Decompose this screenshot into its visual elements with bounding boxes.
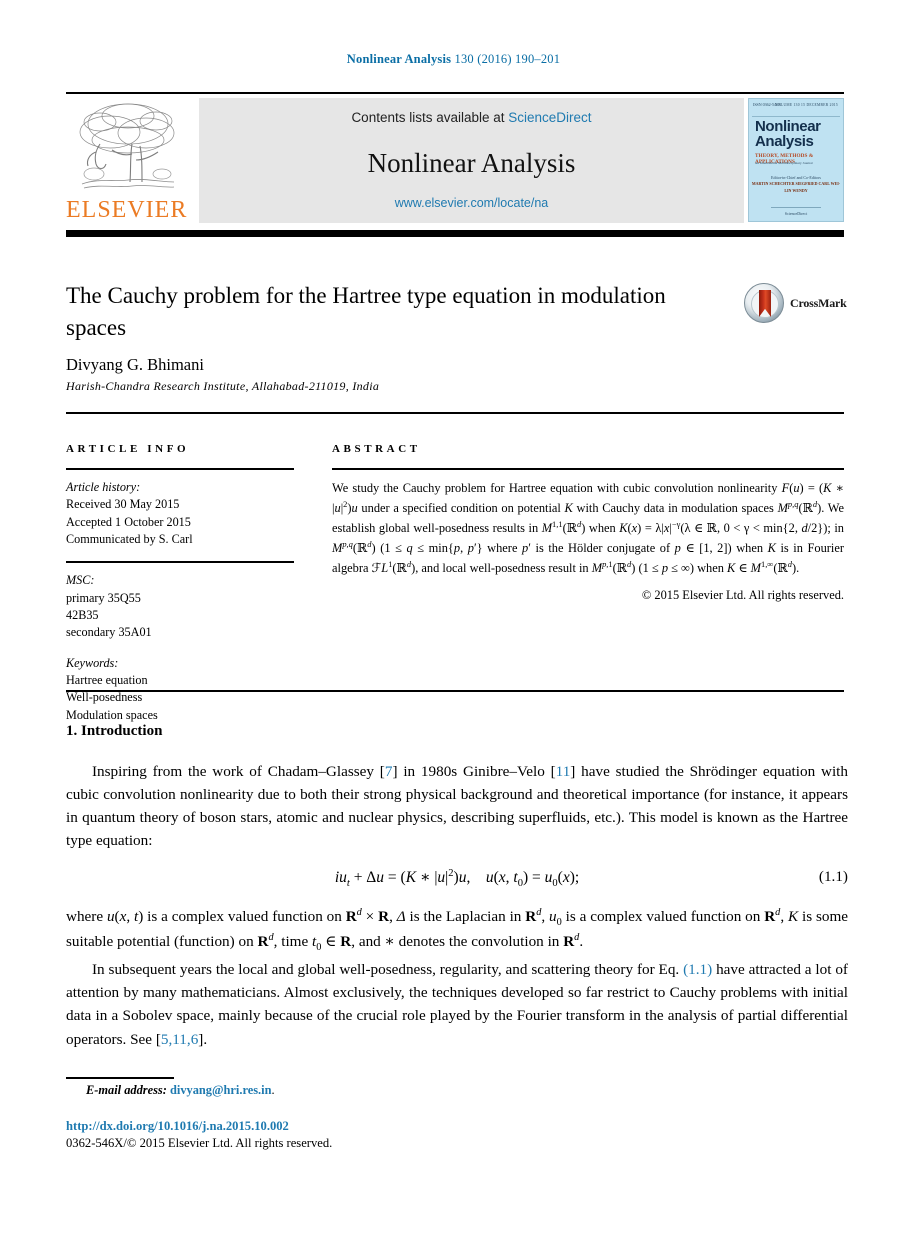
abstract-text: We study the Cauchy problem for Hartree … — [332, 481, 844, 576]
issn-rights-line: 0362-546X/© 2015 Elsevier Ltd. All right… — [66, 1136, 332, 1151]
article-history-label: Article history: — [66, 480, 141, 494]
doi-link[interactable]: http://dx.doi.org/10.1016/j.na.2015.10.0… — [66, 1119, 289, 1134]
journal-homepage-url[interactable]: www.elsevier.com/locate/na — [199, 196, 744, 210]
cover-editors-label: Editor-in-Chief and Co-Editors — [771, 175, 821, 180]
equation-1-1-number: (1.1) — [818, 868, 848, 886]
elsevier-logo: ELSEVIER — [66, 98, 186, 224]
msc-label: MSC: — [66, 573, 95, 588]
footnote-rule — [66, 1077, 174, 1079]
section-heading-introduction: 1. Introduction — [66, 723, 163, 739]
email-link[interactable]: divyang@hri.res.in — [170, 1083, 272, 1097]
citation-link-7[interactable]: 7 — [385, 763, 393, 780]
journal-masthead: ELSEVIER Contents lists available at Sci… — [66, 96, 844, 226]
abstract-column: ABSTRACT We study the Cauchy problem for… — [332, 443, 844, 603]
footnote-email: E-mail address: divyang@hri.res.in. — [86, 1083, 275, 1098]
sciencedirect-link[interactable]: ScienceDirect — [508, 110, 591, 125]
article-info-column: ARTICLE INFO Article history: Received 3… — [66, 443, 294, 724]
author-affiliation: Harish-Chandra Research Institute, Allah… — [66, 379, 380, 393]
contents-prefix: Contents lists available at — [351, 110, 509, 125]
cover-editors-names: MARTIN SCHECHTER SIEGFRIED CARL WEI-LIN … — [751, 181, 841, 193]
msc-block: MSC: primary 35Q55 42B35 secondary 35A01 — [66, 572, 294, 641]
citation-link-11[interactable]: 11 — [556, 763, 571, 780]
author-name: Divyang G. Bhimani — [66, 355, 204, 374]
cover-footer-rule — [771, 207, 821, 208]
keyword-2: Well-posedness — [66, 690, 143, 705]
keyword-1: Hartree equation — [66, 672, 148, 687]
keyword-3: Modulation spaces — [66, 707, 158, 722]
article-info-rule-1 — [66, 468, 294, 470]
body-text: Inspiring from the work of Chadam–Glasse… — [66, 760, 848, 1053]
cover-subtitle-secondary: An International Multidisciplinary Journ… — [755, 161, 813, 165]
abstract-bottom-rule — [66, 690, 844, 692]
article-info-rule-2 — [66, 561, 294, 564]
journal-cover-thumbnail: ISSN 0362-546X VOLUME 130 15 DECEMBER 20… — [748, 98, 844, 222]
paper-page: Nonlinear Analysis 130 (2016) 190–201 EL… — [0, 0, 907, 1238]
rights-text: © 2015 Elsevier Ltd. All rights reserved… — [126, 1136, 333, 1150]
page-title: The Cauchy problem for the Hartree type … — [66, 283, 666, 340]
article-history-block: Article history: Received 30 May 2015 Ac… — [66, 479, 294, 548]
equation-1-1: iut + Δu = (K ∗ |u|2)u, u(x, t0) = u0(x)… — [66, 865, 848, 891]
equation-1-1-body: iut + Δu = (K ∗ |u|2)u, u(x, t0) = u0(x)… — [334, 867, 580, 889]
running-head: Nonlinear Analysis 130 (2016) 190–201 — [0, 52, 907, 67]
masthead-top-rule — [66, 92, 844, 94]
running-head-journal: Nonlinear Analysis — [346, 52, 452, 66]
article-history-received: Received 30 May 2015 — [66, 497, 180, 512]
cover-footer: ScienceDirect — [784, 211, 808, 216]
elsevier-tree-icon — [79, 103, 175, 189]
article-history-communicated: Communicated by S. Carl — [66, 531, 193, 546]
crossmark-icon — [744, 283, 784, 323]
cover-editors: Editor-in-Chief and Co-Editors MARTIN SC… — [749, 175, 843, 194]
paragraph-intro-3: In subsequent years the local and global… — [66, 961, 848, 1048]
citation-link-5-11-6[interactable]: 5,11,6 — [161, 1031, 198, 1048]
paragraph-intro-2: where u(x, t) is a complex valued functi… — [66, 906, 849, 954]
article-info-heading: ARTICLE INFO — [66, 443, 190, 455]
masthead-bottom-rule — [66, 230, 844, 237]
msc-secondary: secondary 35A01 — [66, 625, 152, 640]
msc-second-code: 42B35 — [66, 607, 99, 622]
paragraph-intro-1: Inspiring from the work of Chadam–Glasse… — [66, 763, 848, 850]
title-bottom-rule — [66, 412, 844, 414]
keywords-label: Keywords: — [66, 655, 119, 670]
email-label: E-mail address: — [86, 1083, 167, 1097]
cover-volume-meta: VOLUME 130 15 DECEMBER 2015 — [775, 103, 838, 107]
citation-link-eq-1-1[interactable]: (1.1) — [683, 961, 712, 978]
journal-title: Nonlinear Analysis — [367, 148, 576, 178]
msc-primary: primary 35Q55 — [66, 590, 141, 605]
running-head-citation: 130 (2016) 190–201 — [451, 52, 561, 66]
sciencedirect-banner: Contents lists available at ScienceDirec… — [199, 98, 744, 223]
abstract-rule — [332, 468, 844, 470]
cover-title: Nonlinear Analysis — [755, 118, 821, 150]
article-history-accepted: Accepted 1 October 2015 — [66, 514, 191, 529]
issn-prefix: 0362-546X/ — [66, 1136, 127, 1150]
crossmark-label: CrossMark — [790, 296, 847, 310]
contents-line: Contents lists available at ScienceDirec… — [199, 110, 744, 125]
email-suffix: . — [271, 1083, 275, 1097]
abstract-copyright: © 2015 Elsevier Ltd. All rights reserved… — [641, 588, 844, 603]
abstract-heading: ABSTRACT — [332, 443, 421, 455]
crossmark-badge[interactable]: CrossMark — [744, 283, 847, 325]
elsevier-wordmark: ELSEVIER — [66, 197, 188, 223]
